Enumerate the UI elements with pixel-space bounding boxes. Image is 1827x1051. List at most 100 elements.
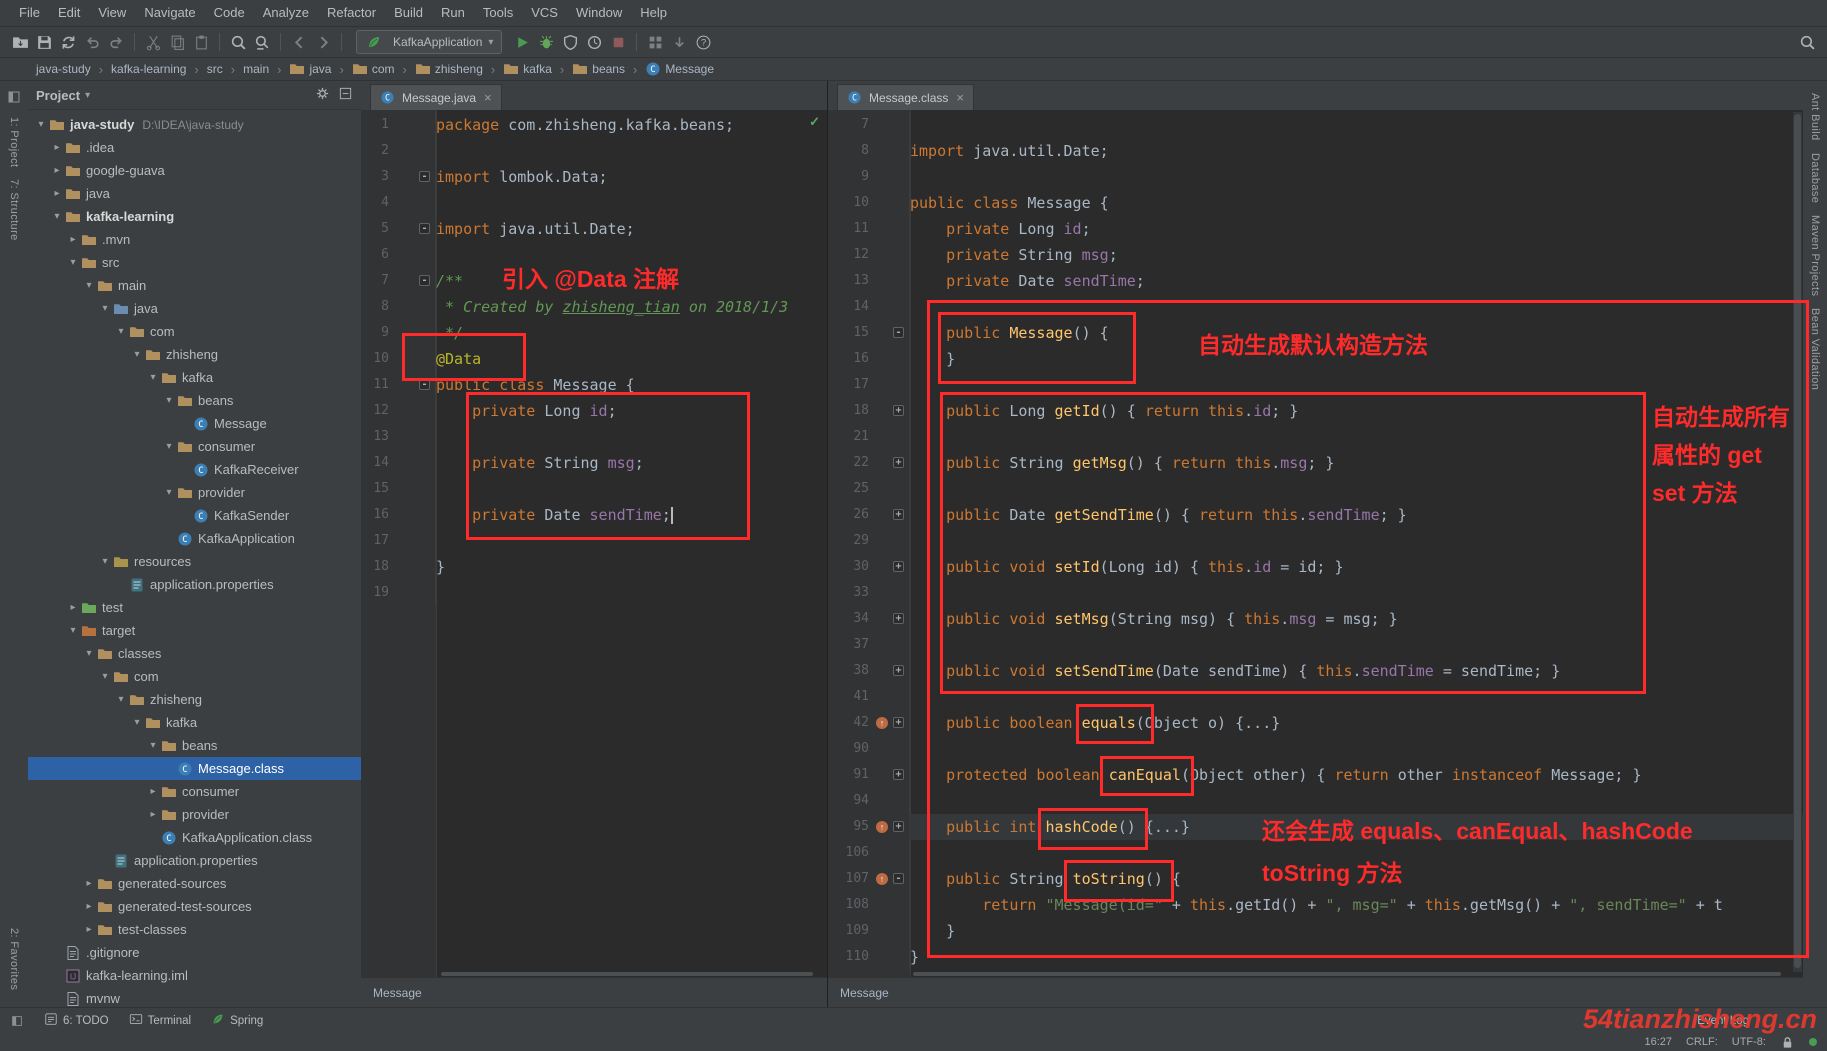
tree-item-kafka-learning[interactable]: ▾ kafka-learning [28,205,361,228]
chevron-down-icon[interactable]: ▾ [114,694,128,705]
chevron-right-icon[interactable]: ▸ [82,924,96,935]
breadcrumb-java[interactable]: java [287,61,333,77]
chevron-down-icon[interactable]: ▾ [66,625,80,636]
editor-breadcrumb[interactable]: Message [840,986,889,1000]
stripe-database[interactable]: Database [1809,153,1821,203]
tree-item-kafka[interactable]: ▾ kafka [28,711,361,734]
tree-item-application-properties[interactable]: application.properties [28,573,361,596]
grid-icon[interactable] [643,30,667,54]
fold-expand-icon[interactable]: + [893,717,904,728]
chevron-down-icon[interactable]: ▾ [34,119,48,130]
tool-window-switcher-icon[interactable] [6,89,22,105]
stripe-2-favorites[interactable]: 2: Favorites [8,928,20,990]
toolwindow-terminal[interactable]: Terminal [119,1008,201,1033]
tree-item-main[interactable]: ▾ main [28,274,361,297]
profiler-icon[interactable] [582,30,606,54]
tree-item-test[interactable]: ▸ test [28,596,361,619]
vertical-scrollbar[interactable] [1793,112,1802,972]
chevron-right-icon[interactable]: ▸ [82,901,96,912]
status-line-separator[interactable]: CRLF: [1686,1036,1718,1048]
redo-icon[interactable] [104,30,128,54]
chevron-right-icon[interactable]: ▸ [50,188,64,199]
fold-expand-icon[interactable]: + [893,821,904,832]
collapse-all-icon[interactable] [338,86,353,104]
breadcrumb-src[interactable]: src [205,62,225,76]
tree-item-kafkaapplication[interactable]: C KafkaApplication [28,527,361,550]
breadcrumb-beans[interactable]: beans [570,61,627,77]
tree-item-mvn[interactable]: ▸ .mvn [28,228,361,251]
save-all-icon[interactable] [32,30,56,54]
chevron-down-icon[interactable]: ▾ [98,671,112,682]
breadcrumb-kafka-learning[interactable]: kafka-learning [109,62,188,76]
help-icon[interactable]: ? [691,30,715,54]
toolwindow-spring[interactable]: Spring [201,1008,273,1033]
fold-expand-icon[interactable]: + [893,509,904,520]
open-icon[interactable] [8,30,32,54]
horizontal-scrollbar[interactable] [441,972,813,976]
breadcrumb-com[interactable]: com [350,61,397,77]
fold-collapse-icon[interactable]: - [419,379,430,390]
tree-item-application-properties[interactable]: application.properties [28,849,361,872]
chevron-right-icon[interactable]: ▸ [50,165,64,176]
tree-item-generated-test-sources[interactable]: ▸ generated-test-sources [28,895,361,918]
fold-collapse-icon[interactable]: - [419,275,430,286]
chevron-down-icon[interactable]: ▾ [66,257,80,268]
stripe-7-structure[interactable]: 7: Structure [8,179,20,241]
sync-icon[interactable] [56,30,80,54]
chevron-down-icon[interactable]: ▾ [162,441,176,452]
override-icon[interactable]: ↑ [876,717,888,729]
tree-item-generated-sources[interactable]: ▸ generated-sources [28,872,361,895]
fold-collapse-icon[interactable]: - [419,171,430,182]
tree-item-src[interactable]: ▾ src [28,251,361,274]
menu-run[interactable]: Run [432,0,474,26]
coverage-icon[interactable] [558,30,582,54]
breadcrumb-kafka[interactable]: kafka [501,61,554,77]
tree-item-java-study[interactable]: ▾ java-study D:\IDEA\java-study [28,113,361,136]
stripe-1-project[interactable]: 1: Project [8,117,20,167]
project-panel-title[interactable]: Project [36,88,80,103]
chevron-down-icon[interactable]: ▾ [130,349,144,360]
tree-item-idea[interactable]: ▸ .idea [28,136,361,159]
chevron-down-icon[interactable]: ▾ [98,303,112,314]
chevron-right-icon[interactable]: ▸ [146,809,160,820]
close-icon[interactable]: × [956,90,964,105]
tree-item-com[interactable]: ▾ com [28,320,361,343]
run-icon[interactable] [510,30,534,54]
chevron-down-icon[interactable]: ▾ [82,280,96,291]
tree-item-java[interactable]: ▾ java [28,297,361,320]
editor-message-java[interactable]: 1 package com.zhisheng.kafka.beans; 2 3- imp… [361,110,827,978]
tree-item-test-classes[interactable]: ▸ test-classes [28,918,361,941]
debug-icon[interactable] [534,30,558,54]
lock-icon[interactable] [1780,1035,1795,1050]
fold-collapse-icon[interactable]: - [419,223,430,234]
tree-item-message[interactable]: C Message [28,412,361,435]
tree-item-provider[interactable]: ▸ provider [28,803,361,826]
tree-item-kafkaapplication-class[interactable]: C KafkaApplication.class [28,826,361,849]
stripe-maven-projects[interactable]: Maven Projects [1809,215,1821,296]
paste-icon[interactable] [189,30,213,54]
chevron-down-icon[interactable]: ▾ [50,211,64,222]
status-encoding[interactable]: UTF-8: [1732,1036,1766,1048]
chevron-right-icon[interactable]: ▸ [146,786,160,797]
fold-expand-icon[interactable]: + [893,561,904,572]
stop-icon[interactable] [606,30,630,54]
fold-collapse-icon[interactable]: - [893,873,904,884]
menu-help[interactable]: Help [631,0,676,26]
find-icon[interactable] [226,30,250,54]
menu-tools[interactable]: Tools [474,0,522,26]
stripe-bean-validation[interactable]: Bean Validation [1809,308,1821,390]
down-icon[interactable] [667,30,691,54]
menu-file[interactable]: File [10,0,49,26]
forward-icon[interactable] [311,30,335,54]
menu-refactor[interactable]: Refactor [318,0,385,26]
tree-item-classes[interactable]: ▾ classes [28,642,361,665]
tree-item-beans[interactable]: ▾ beans [28,734,361,757]
tree-item-mvnw[interactable]: mvnw [28,987,361,1008]
back-icon[interactable] [287,30,311,54]
undo-icon[interactable] [80,30,104,54]
override-icon[interactable]: ↑ [876,821,888,833]
fold-collapse-icon[interactable]: - [893,327,904,338]
close-icon[interactable]: × [484,90,492,105]
chevron-right-icon[interactable]: ▸ [66,602,80,613]
tree-item-kafka-learning-iml[interactable]: IJ kafka-learning.iml [28,964,361,987]
